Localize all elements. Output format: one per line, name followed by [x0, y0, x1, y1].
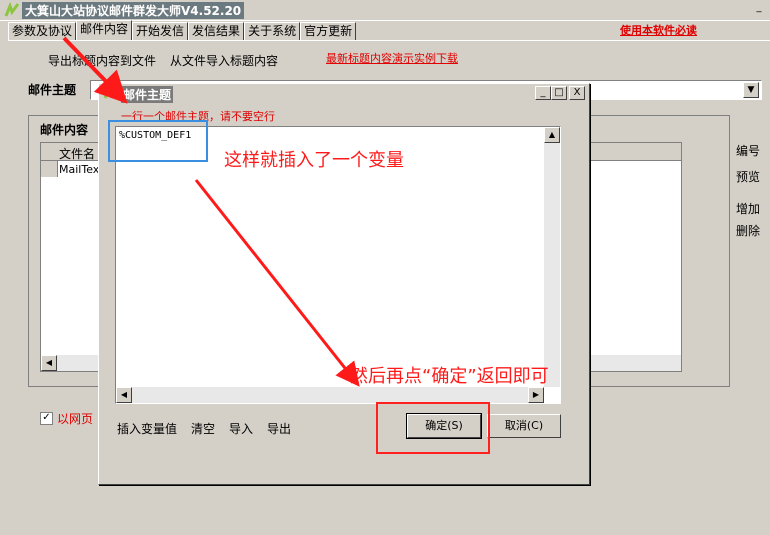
export-subjects-button[interactable]: 导出标题内容到文件 — [48, 52, 156, 69]
tab-updates[interactable]: 官方更新 — [300, 22, 357, 40]
subject-label: 邮件主题 — [28, 83, 77, 97]
import-button[interactable]: 导入 — [229, 420, 253, 437]
preview-button[interactable]: 预览 — [736, 168, 760, 185]
dialog-title-bar: 邮件主题 _ □ X — [99, 84, 589, 103]
inserted-variable-note: 这样就插入了一个变量 — [224, 150, 404, 171]
scroll-left-icon[interactable]: ◀ — [41, 355, 57, 371]
export-button[interactable]: 导出 — [267, 420, 291, 437]
scroll-right-icon[interactable]: ▶ — [528, 387, 544, 403]
number-button[interactable]: 编号 — [736, 142, 760, 159]
dialog-title: 邮件主题 — [121, 86, 174, 103]
tab-bar: 参数及协议 邮件内容 开始发信 发信结果 关于系统 官方更新 — [8, 20, 357, 41]
app-title: 大箕山大站协议邮件群发大师V4.52.20 — [22, 2, 245, 19]
column-header-filename[interactable]: 文件名 — [59, 145, 95, 162]
import-subjects-button[interactable]: 从文件导入标题内容 — [170, 52, 278, 69]
click-ok-note: 然后再点“确定”返回即可 — [350, 366, 549, 387]
scroll-left-icon[interactable]: ◀ — [116, 387, 132, 403]
horizontal-scrollbar[interactable]: ◀ ▶ — [116, 387, 544, 403]
add-button[interactable]: 增加 — [736, 200, 760, 217]
tab-send-results[interactable]: 发信结果 — [188, 22, 245, 40]
cancel-button[interactable]: 取消(C) — [487, 414, 561, 438]
dialog-minimize-button[interactable]: _ — [535, 86, 551, 100]
dialog-toolbar: 插入变量值 清空 导入 导出 — [117, 420, 291, 437]
app-logo-icon — [4, 2, 20, 17]
checkbox-checked-icon[interactable]: ✓ — [40, 412, 53, 425]
tab-start-send[interactable]: 开始发信 — [132, 22, 189, 40]
list-item[interactable]: MailText — [59, 163, 104, 176]
minimize-button[interactable]: _ — [752, 3, 766, 15]
vertical-scrollbar[interactable]: ▲ — [544, 127, 560, 387]
demo-download-link[interactable]: 最新标题内容演示实例下载 — [326, 50, 458, 66]
dialog-maximize-button[interactable]: □ — [551, 86, 567, 100]
scroll-up-icon[interactable]: ▲ — [544, 127, 560, 143]
clear-button[interactable]: 清空 — [191, 420, 215, 437]
delete-button[interactable]: 删除 — [736, 222, 760, 239]
variable-highlight-box — [108, 120, 208, 162]
title-bar: 大箕山大站协议邮件群发大师V4.52.20 _ — [0, 0, 770, 21]
must-read-link[interactable]: 使用本软件必读 — [620, 22, 697, 38]
ok-highlight-box — [376, 402, 490, 454]
content-group-label: 邮件内容 — [40, 121, 89, 138]
insert-variable-button[interactable]: 插入变量值 — [117, 420, 177, 437]
row-selector[interactable] — [41, 161, 58, 177]
dialog-close-button[interactable]: X — [569, 86, 585, 100]
tab-params[interactable]: 参数及协议 — [8, 22, 77, 40]
tab-about[interactable]: 关于系统 — [244, 22, 301, 40]
tab-mail-content[interactable]: 邮件内容 — [76, 20, 133, 41]
web-format-checkbox[interactable]: ✓ 以网页 — [40, 410, 93, 427]
web-format-label: 以网页 — [57, 412, 94, 426]
chevron-down-icon[interactable]: ▼ — [743, 82, 759, 98]
dialog-logo-icon — [103, 86, 119, 99]
